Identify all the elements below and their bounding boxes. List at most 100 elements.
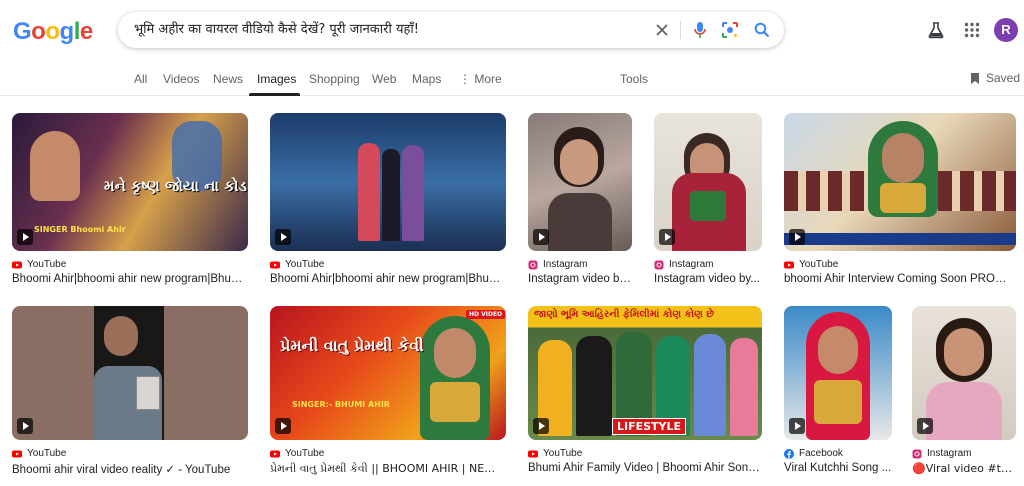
result-title[interactable]: Bhumi Ahir Family Video | Bhoomi Ahir So…	[528, 462, 762, 474]
clear-icon[interactable]	[652, 20, 672, 40]
result-title[interactable]: bhoomi Ahir Interview Coming Soon PROMO.…	[784, 273, 1016, 285]
search-divider	[680, 21, 681, 39]
image-result[interactable]: YouTube Bhoomi ahir viral video reality …	[12, 306, 248, 478]
tab-web[interactable]: Web	[372, 72, 396, 86]
tab-shopping[interactable]: Shopping	[309, 72, 360, 86]
tab-more[interactable]: ⋮ More	[459, 72, 502, 86]
result-thumbnail[interactable]: મને કૃષ્ણ જોયા ના કોડ SINGER Bhoomi Ahir	[12, 113, 248, 251]
google-logo[interactable]: Google	[13, 18, 93, 46]
google-lens-icon[interactable]	[720, 20, 740, 40]
thumbnail-overlay-text: પ્રેમની વાતુ પ્રેમથી કેવી	[280, 336, 424, 355]
image-result[interactable]: YouTube bhoomi Ahir Interview Coming Soo…	[784, 113, 1016, 291]
video-play-icon	[17, 229, 33, 245]
thumbnail-overlay-text: મને કૃષ્ણ જોયા ના કોડ	[104, 177, 247, 195]
video-play-icon	[533, 229, 549, 245]
instagram-icon	[912, 449, 922, 459]
instagram-icon	[528, 260, 538, 270]
search-icon[interactable]	[752, 20, 772, 40]
source-name: YouTube	[27, 259, 67, 270]
microphone-icon[interactable]	[690, 20, 710, 40]
image-result[interactable]: જાણો ભૂમિ આહિરની ફેમિલીમાં કોણ કોણ છે LI…	[528, 306, 762, 478]
video-play-icon	[275, 229, 291, 245]
result-thumbnail[interactable]	[912, 306, 1016, 440]
video-play-icon	[789, 418, 805, 434]
result-title[interactable]: Viral Kutchhi Song ...	[784, 462, 892, 474]
result-source[interactable]: YouTube	[12, 259, 66, 270]
source-name: YouTube	[285, 448, 325, 459]
result-thumbnail[interactable]: જાણો ભૂમિ આહિરની ફેમિલીમાં કોણ કોણ છે LI…	[528, 306, 762, 440]
result-thumbnail[interactable]	[270, 113, 506, 251]
logo-letter: o	[45, 18, 60, 45]
result-title[interactable]: Bhoomi ahir viral video reality ✓ - YouT…	[12, 462, 248, 476]
youtube-icon	[270, 449, 280, 459]
result-thumbnail[interactable]	[528, 113, 632, 251]
source-name: Instagram	[927, 448, 972, 459]
tab-videos[interactable]: Videos	[163, 72, 199, 86]
logo-letter: e	[79, 18, 93, 45]
search-box[interactable]: भूमि अहीर का वायरल वीडियो कैसे देखें? पू…	[118, 12, 784, 48]
saved-link[interactable]: Saved	[970, 71, 1020, 85]
result-source[interactable]: Facebook	[784, 448, 843, 459]
tab-more-label: More	[474, 72, 502, 86]
result-thumbnail[interactable]: પ્રેમની વાતુ પ્રેમથી કેવી SINGER:- BHUMI…	[270, 306, 506, 440]
image-result[interactable]: Instagram 🔴Viral video #the...	[912, 306, 1016, 478]
youtube-icon	[784, 260, 794, 270]
result-title[interactable]: Bhoomi Ahir|bhoomi ahir new program|Bhum…	[12, 273, 248, 285]
youtube-icon	[270, 260, 280, 270]
hd-video-badge: HD VIDEO	[466, 310, 506, 319]
result-thumbnail[interactable]	[12, 306, 248, 440]
youtube-icon	[528, 449, 538, 459]
result-source[interactable]: YouTube	[12, 448, 66, 459]
bookmark-icon	[971, 72, 979, 84]
tab-maps[interactable]: Maps	[412, 72, 441, 86]
result-source[interactable]: YouTube	[528, 448, 582, 459]
account-avatar[interactable]: R	[994, 18, 1018, 42]
image-result[interactable]: YouTube Bhoomi Ahir|bhoomi ahir new prog…	[270, 113, 506, 291]
image-result[interactable]: પ્રેમની વાતુ પ્રેમથી કેવી SINGER:- BHUMI…	[270, 306, 506, 478]
tab-all[interactable]: All	[134, 72, 147, 86]
labs-flask-icon[interactable]	[926, 20, 946, 40]
tab-news[interactable]: News	[213, 72, 243, 86]
search-input[interactable]: भूमि अहीर का वायरल वीडियो कैसे देखें? पू…	[134, 12, 639, 48]
thumbnail-caption: LIFESTYLE	[612, 418, 687, 435]
result-title[interactable]: Instagram video by...	[654, 273, 762, 285]
result-source[interactable]: YouTube	[270, 448, 324, 459]
logo-letter: G	[13, 18, 32, 45]
youtube-icon	[12, 449, 22, 459]
result-source[interactable]: YouTube	[270, 259, 324, 270]
video-play-icon	[17, 418, 33, 434]
image-result[interactable]: Facebook Viral Kutchhi Song ...	[784, 306, 892, 478]
more-dots-icon: ⋮	[459, 72, 475, 86]
result-source[interactable]: Instagram	[528, 259, 587, 270]
logo-letter: g	[59, 18, 75, 45]
tab-images[interactable]: Images	[257, 72, 296, 86]
video-play-icon	[275, 418, 291, 434]
image-result[interactable]: Instagram Instagram video by...	[654, 113, 762, 291]
instagram-icon	[654, 260, 664, 270]
tab-tools[interactable]: Tools	[620, 72, 648, 86]
video-play-icon	[917, 418, 933, 434]
source-name: Facebook	[799, 448, 843, 459]
result-title[interactable]: પ્રેમની વાતુ પ્રેમથી કેવી || BHOOMI AHIR…	[270, 462, 506, 476]
youtube-icon	[12, 260, 22, 270]
facebook-icon	[784, 448, 794, 459]
image-result[interactable]: મને કૃષ્ણ જોયા ના કોડ SINGER Bhoomi Ahir…	[12, 113, 248, 291]
result-thumbnail[interactable]	[784, 113, 1016, 251]
apps-grid-icon[interactable]	[962, 20, 982, 40]
result-source[interactable]: Instagram	[654, 259, 713, 270]
source-name: Instagram	[543, 259, 588, 270]
result-title[interactable]: Instagram video by...	[528, 273, 632, 285]
result-title[interactable]: Bhoomi Ahir|bhoomi ahir new program|Bhum…	[270, 273, 506, 285]
thumbnail-overlay-text: જાણો ભૂમિ આહિરની ફેમિલીમાં કોણ કોણ છે	[534, 309, 715, 320]
active-tab-indicator	[249, 93, 300, 96]
result-thumbnail[interactable]	[784, 306, 892, 440]
search-tabs: All Videos News Images Shopping Web Maps…	[0, 62, 1024, 96]
source-name: YouTube	[27, 448, 67, 459]
image-result[interactable]: Instagram Instagram video by...	[528, 113, 632, 291]
source-name: YouTube	[285, 259, 325, 270]
result-source[interactable]: Instagram	[912, 448, 971, 459]
result-source[interactable]: YouTube	[784, 259, 838, 270]
result-thumbnail[interactable]	[654, 113, 762, 251]
result-title[interactable]: 🔴Viral video #the...	[912, 462, 1016, 475]
source-name: YouTube	[543, 448, 583, 459]
